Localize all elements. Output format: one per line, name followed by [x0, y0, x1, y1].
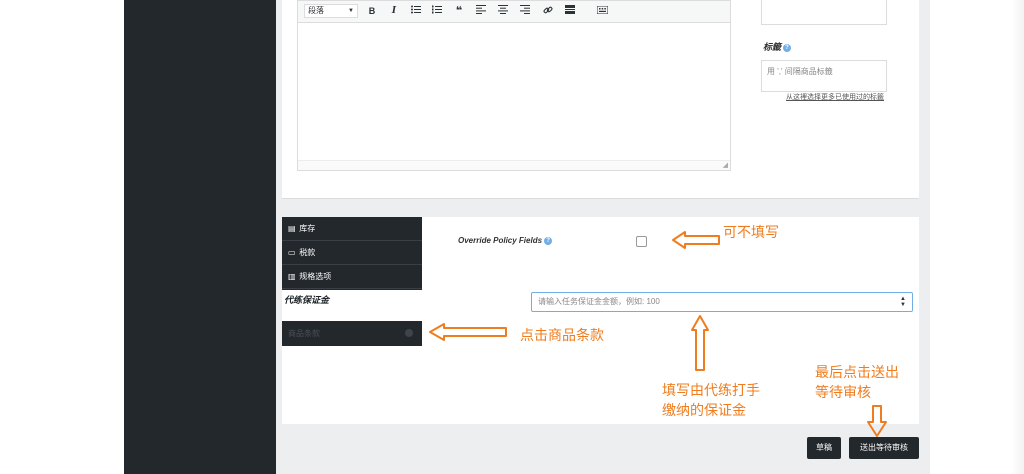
- tab-label: 库存: [299, 224, 316, 233]
- annotation-line: 最后点击送出: [815, 365, 899, 381]
- override-policy-checkbox[interactable]: [636, 236, 647, 247]
- bullet-list-icon[interactable]: [410, 5, 422, 18]
- numbered-list-icon[interactable]: [431, 5, 443, 18]
- override-policy-label: Override Policy Fields?: [458, 236, 553, 245]
- number-spinner-icon[interactable]: ▲ ▼: [900, 296, 906, 308]
- editor-toolbar: 段落 ▼ B I ❝: [298, 1, 730, 23]
- arrow-down-icon: [867, 405, 887, 437]
- circle-icon: [405, 329, 413, 337]
- tags-input[interactable]: 用 ',' 间隔商品标籤: [761, 60, 887, 92]
- link-icon[interactable]: [542, 5, 554, 18]
- editor-statusbar: ◢: [298, 160, 730, 170]
- save-draft-button[interactable]: 草稿: [807, 437, 841, 459]
- annotation-line: 等待审核: [815, 385, 871, 401]
- tab-tax[interactable]: ▭ 税款: [282, 241, 422, 265]
- category-box: [761, 0, 887, 25]
- box-icon: ▤: [288, 224, 296, 233]
- read-more-icon[interactable]: [564, 5, 576, 18]
- tab-product-terms[interactable]: 商品条款: [282, 321, 422, 346]
- arrow-left-icon: [672, 231, 720, 249]
- annotation-click-terms: 点击商品条款: [520, 328, 604, 344]
- product-data-tabs: ▤ 库存 ▭ 税款 ▥ 规格选项: [282, 217, 422, 290]
- align-right-icon[interactable]: [519, 5, 531, 18]
- arrow-left-icon: [429, 323, 507, 341]
- bold-button[interactable]: B: [366, 5, 378, 18]
- annotation-fill-deposit: 填写由代练打手 缴纳的保证金: [662, 381, 760, 421]
- tags-title-text: 标籤: [763, 42, 782, 52]
- tab-label: 规格选项: [299, 272, 332, 281]
- help-icon[interactable]: ?: [544, 236, 553, 245]
- annotation-line: 填写由代练打手: [662, 383, 760, 399]
- toolbar-toggle-icon[interactable]: [596, 5, 608, 18]
- tab-variations[interactable]: ▥ 规格选项: [282, 265, 422, 289]
- choose-tags-link[interactable]: 从这裡选择更多已使用过的标籤: [786, 92, 884, 102]
- italic-button[interactable]: I: [388, 5, 400, 18]
- tab-label: 税款: [299, 248, 316, 257]
- deposit-placeholder: 请输入任务保证金金额，例如: 100: [538, 297, 660, 306]
- annotation-final: 最后点击送出 等待审核: [815, 363, 899, 403]
- tab-label: 商品条款: [288, 329, 320, 338]
- annotation-optional: 可不填写: [723, 225, 779, 241]
- description-editor[interactable]: 段落 ▼ B I ❝ ◢: [297, 0, 731, 171]
- align-center-icon[interactable]: [497, 5, 509, 18]
- tags-title: 标籤?: [763, 40, 792, 53]
- help-icon[interactable]: ?: [783, 43, 792, 52]
- deposit-input[interactable]: 请输入任务保证金金额，例如: 100 ▲ ▼: [531, 292, 913, 312]
- blockquote-icon[interactable]: ❝: [453, 5, 465, 18]
- chevron-down-icon: ▼: [348, 8, 354, 14]
- override-policy-text: Override Policy Fields: [458, 236, 543, 245]
- tab-inventory[interactable]: ▤ 库存: [282, 217, 422, 241]
- list-icon: ▥: [288, 272, 296, 281]
- admin-sidebar: [124, 0, 276, 474]
- align-left-icon[interactable]: [475, 5, 487, 18]
- resize-handle-icon[interactable]: ◢: [723, 161, 728, 169]
- annotation-line: 缴纳的保证金: [662, 403, 746, 419]
- format-select-value: 段落: [308, 6, 324, 15]
- paragraph-format-select[interactable]: 段落 ▼: [304, 4, 358, 18]
- arrow-up-icon: [691, 315, 709, 371]
- money-icon: ▭: [288, 248, 296, 257]
- deposit-label: 代练保证金: [284, 295, 330, 305]
- submit-review-button[interactable]: 送出等待审核: [849, 437, 919, 459]
- page-edge: [1012, 0, 1024, 474]
